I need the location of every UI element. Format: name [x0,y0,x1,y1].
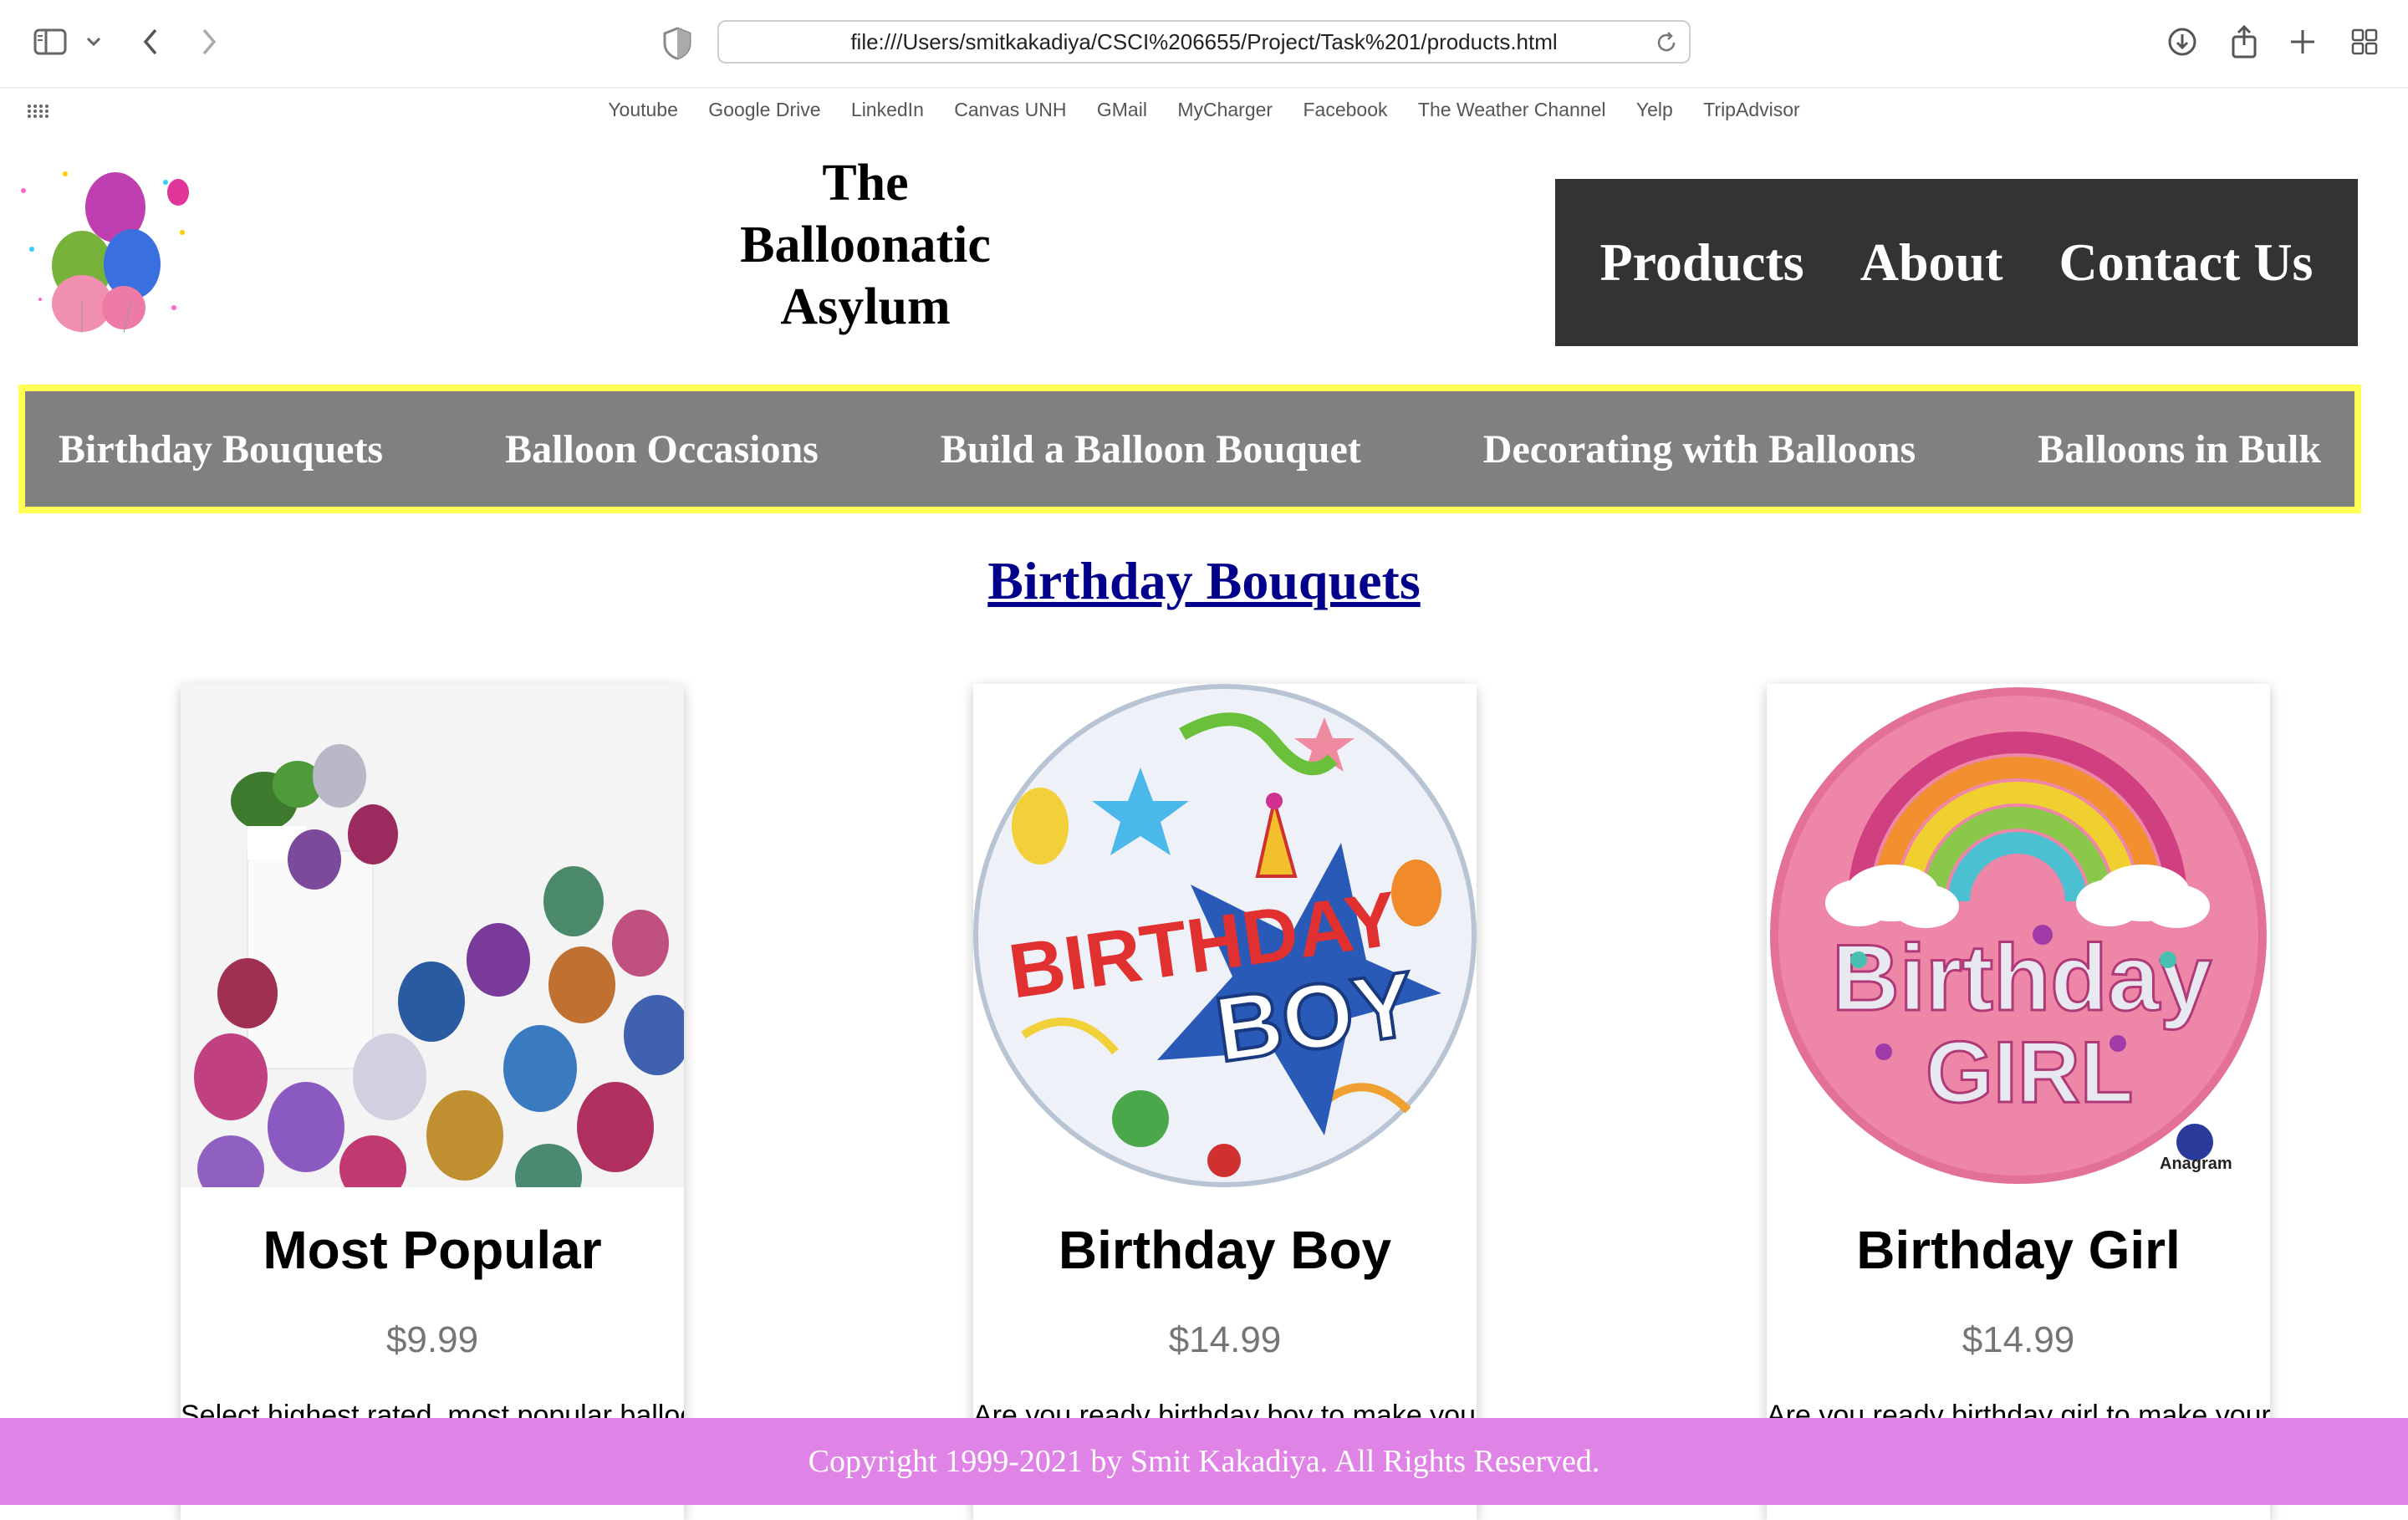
anagram-brand-text: Anagram [2160,1155,2232,1173]
favorite-facebook[interactable]: Facebook [1303,99,1387,121]
favorite-weather-channel[interactable]: The Weather Channel [1418,99,1606,121]
favorite-yelp[interactable]: Yelp [1636,99,1673,121]
copyright-text: Copyright 1999-2021 by Smit Kakadiya. Al… [808,1444,1600,1479]
category-bulk[interactable]: Balloons in Bulk [2038,426,2321,472]
product-price: $14.99 [1168,1319,1282,1360]
site-title: The Balloonatic Asylum [740,155,991,335]
reload-icon[interactable] [1652,28,1681,57]
tab-overview-icon[interactable] [2344,22,2385,62]
category-birthday-bouquets[interactable]: Birthday Bouquets [59,426,383,472]
page-footer: Copyright 1999-2021 by Smit Kakadiya. Al… [0,1418,2408,1505]
metallic-balloons-image[interactable] [181,684,684,1187]
product-name: Most Popular [263,1220,602,1280]
favorites-bar: Youtube Google Drive LinkedIn Canvas UNH… [0,89,2408,132]
favorite-google-drive[interactable]: Google Drive [708,99,820,121]
back-icon[interactable] [130,22,171,62]
product-price: $9.99 [385,1319,479,1360]
product-card[interactable]: Most Popular $9.99 Select highest rated,… [181,684,684,1520]
favorite-youtube[interactable]: Youtube [608,99,678,121]
shield-icon[interactable] [662,27,692,60]
category-nav: Birthday Bouquets Balloon Occasions Buil… [18,385,2361,513]
chevron-down-icon[interactable] [77,22,110,62]
site-logo[interactable] [15,157,191,334]
product-price: $14.99 [1962,1319,2075,1360]
sidebar-icon[interactable] [30,22,70,62]
address-bar[interactable]: file:///Users/smitkakadiya/CSCI%206655/P… [717,20,1691,64]
category-build-bouquet[interactable]: Build a Balloon Bouquet [941,426,1361,472]
category-decorating[interactable]: Decorating with Balloons [1483,426,1916,472]
url-text: file:///Users/smitkakadiya/CSCI%206655/P… [850,28,1558,54]
favorite-canvas-unh[interactable]: Canvas UNH [954,99,1066,121]
nav-contact-us[interactable]: Contact Us [2059,232,2313,293]
product-name: Birthday Girl [1856,1220,2181,1280]
new-tab-icon[interactable] [2283,22,2323,62]
nav-about[interactable]: About [1860,232,2003,293]
favorite-gmail[interactable]: GMail [1097,99,1147,121]
nav-products[interactable]: Products [1600,232,1804,293]
download-icon[interactable] [2162,22,2202,62]
product-card[interactable]: Birthday GIRL Anagram Birthday Girl $14.… [1767,684,2270,1520]
birthday-boy-balloon-image[interactable]: BIRTHDAY BOY [973,684,1477,1187]
share-icon[interactable] [2224,22,2264,62]
section-heading[interactable]: Birthday Bouquets [0,550,2408,612]
favorite-tripadvisor[interactable]: TripAdvisor [1703,99,1799,121]
product-name: Birthday Boy [1058,1220,1392,1280]
product-card[interactable]: BIRTHDAY BOY Birthday Boy $14.99 Are you… [973,684,1477,1520]
birthday-girl-balloon-text-1: Birthday [1832,926,2212,1030]
browser-toolbar: file:///Users/smitkakadiya/CSCI%206655/P… [0,0,2408,89]
category-balloon-occasions[interactable]: Balloon Occasions [505,426,819,472]
birthday-girl-balloon-text-2: GIRL [1926,1024,2133,1121]
favorite-linkedin[interactable]: LinkedIn [851,99,924,121]
favorites-links: Youtube Google Drive LinkedIn Canvas UNH… [0,99,2408,121]
main-nav: Products About Contact Us [1555,179,2358,346]
favorite-mycharger[interactable]: MyCharger [1177,99,1273,121]
forward-icon[interactable] [189,22,229,62]
birthday-girl-balloon-image[interactable]: Birthday GIRL Anagram [1767,684,2270,1187]
